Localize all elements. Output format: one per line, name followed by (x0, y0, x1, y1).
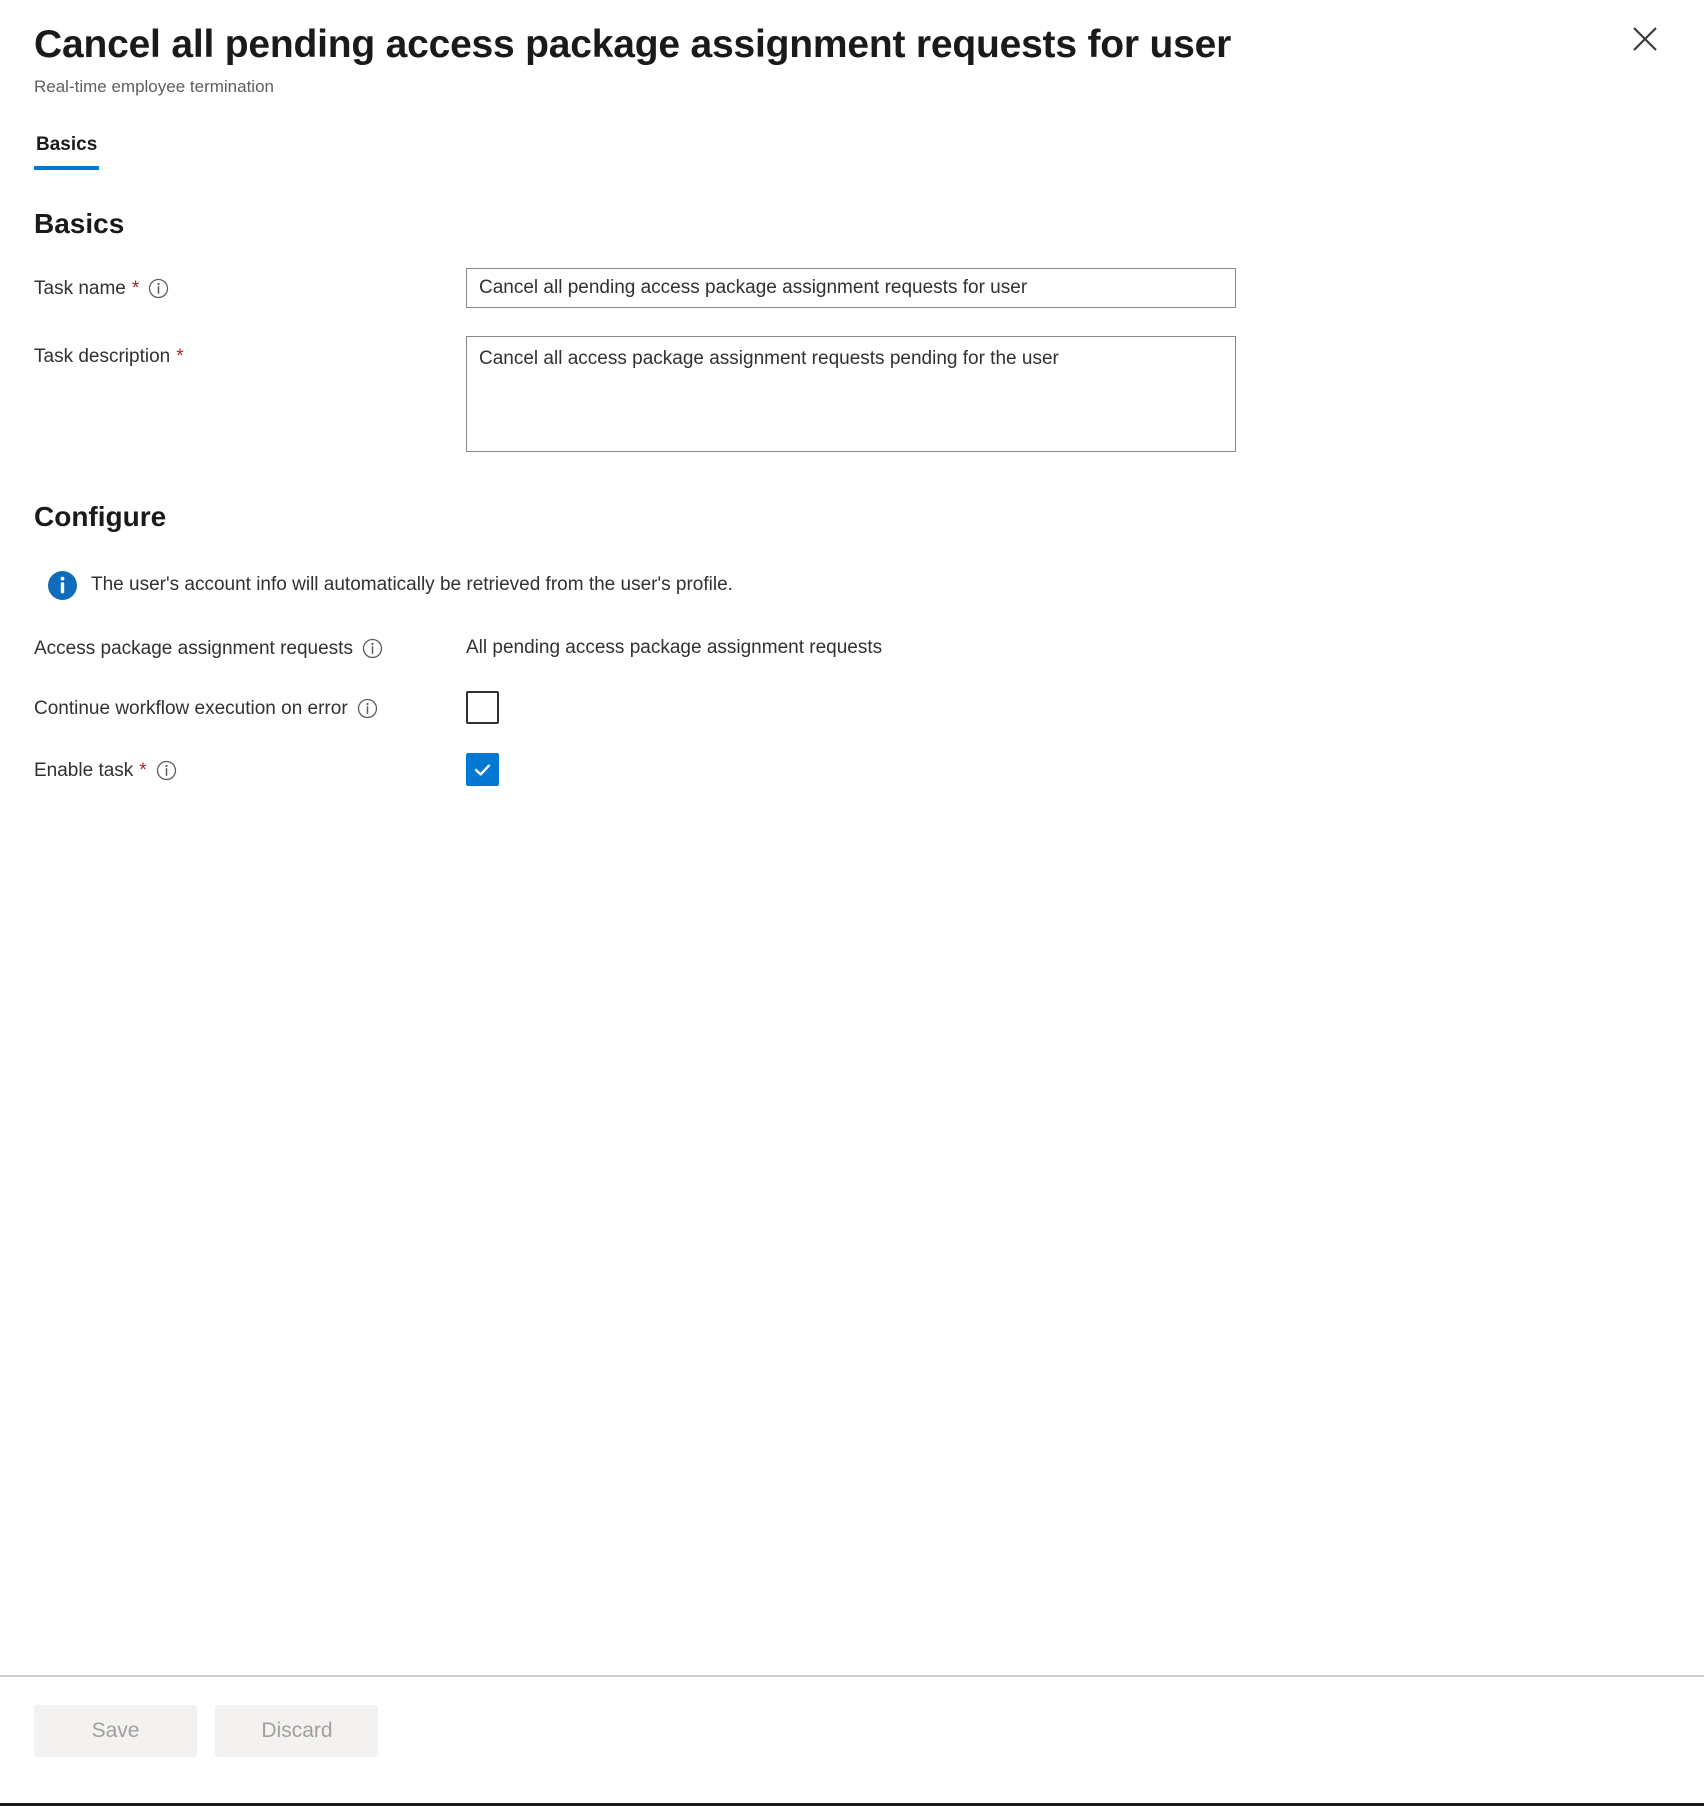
task-description-label: Task description * (34, 336, 466, 370)
panel-body: Basics Task name * Task de (0, 170, 1704, 1675)
field-row-task-description: Task description * (34, 336, 1670, 457)
section-heading-configure: Configure (34, 501, 167, 533)
continue-on-error-label: Continue workflow execution on error (34, 688, 466, 722)
continue-on-error-control (466, 688, 1670, 724)
panel-footer: Save Discard (0, 1675, 1704, 1803)
continue-on-error-label-text: Continue workflow execution on error (34, 697, 348, 719)
tab-basics-label: Basics (36, 134, 98, 156)
panel-header: Cancel all pending access package assign… (0, 0, 1704, 98)
info-circle-icon[interactable] (148, 278, 169, 299)
task-description-label-text: Task description (34, 346, 171, 368)
section-heading-basics: Basics (34, 208, 125, 240)
access-package-requests-control: All pending access package assignment re… (466, 628, 1670, 661)
task-name-control (466, 268, 1670, 309)
close-button[interactable] (1622, 16, 1668, 62)
enable-task-label: Enable task * (34, 750, 466, 784)
task-description-control (466, 336, 1670, 457)
page-subtitle: Real-time employee termination (34, 77, 274, 97)
task-details-panel: Cancel all pending access package assign… (0, 0, 1704, 1806)
access-package-requests-label: Access package assignment requests (34, 628, 466, 662)
task-description-textarea[interactable] (466, 336, 1236, 453)
page-title: Cancel all pending access package assign… (34, 23, 1232, 66)
info-circle-icon[interactable] (362, 638, 383, 659)
field-row-enable-task: Enable task * (34, 750, 1670, 786)
task-name-input[interactable] (466, 268, 1236, 309)
discard-button[interactable]: Discard (215, 1705, 379, 1757)
save-button[interactable]: Save (34, 1705, 197, 1757)
required-indicator: * (131, 278, 140, 300)
enable-task-checkbox[interactable] (466, 752, 499, 786)
field-row-task-name: Task name * (34, 268, 1670, 309)
task-name-label: Task name * (34, 268, 466, 302)
tab-bar: Basics (0, 134, 1704, 171)
info-circle-icon[interactable] (156, 760, 177, 781)
field-row-continue-on-error: Continue workflow execution on error (34, 688, 1670, 724)
info-message-text: The user's account info will automatical… (91, 574, 733, 596)
continue-on-error-checkbox[interactable] (466, 690, 499, 724)
enable-task-control (466, 750, 1670, 786)
enable-task-label-text: Enable task (34, 759, 134, 781)
info-circle-icon[interactable] (357, 698, 378, 719)
required-indicator: * (176, 346, 184, 368)
access-package-requests-label-text: Access package assignment requests (34, 638, 353, 660)
info-message: The user's account info will automatical… (34, 571, 1670, 601)
access-package-requests-value: All pending access package assignment re… (466, 637, 883, 659)
close-icon (1631, 25, 1659, 53)
tab-basics[interactable]: Basics (34, 134, 100, 171)
info-filled-icon (48, 571, 77, 601)
field-row-access-package-requests: Access package assignment requests All p… (34, 628, 1670, 662)
required-indicator: * (139, 759, 147, 781)
task-name-label-text: Task name (34, 278, 126, 300)
